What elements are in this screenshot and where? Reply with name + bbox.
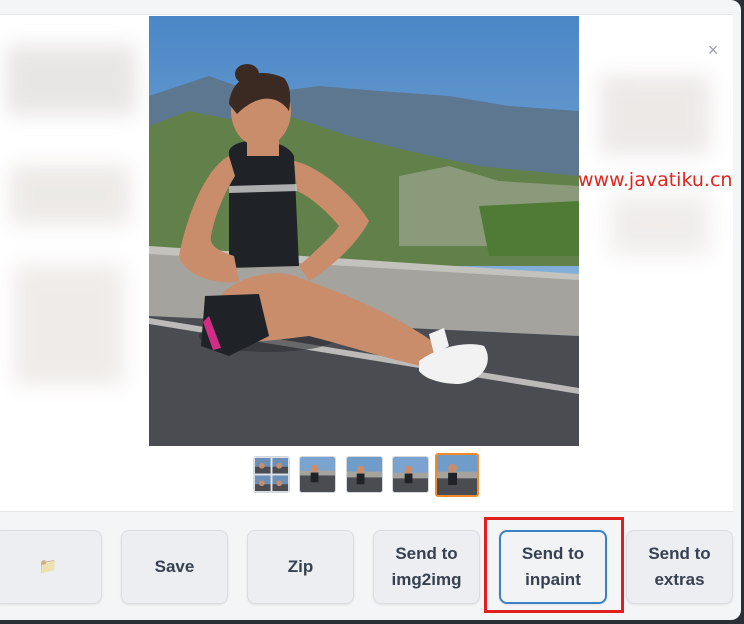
image-gallery: × www.javatiku.cn: [0, 14, 733, 512]
watermark: www.javatiku.cn: [578, 169, 733, 191]
close-icon[interactable]: ×: [703, 40, 723, 60]
blurred-background: [6, 45, 136, 115]
zip-button-label: Zip: [287, 557, 314, 576]
thumbnail-grid[interactable]: [253, 456, 290, 493]
save-button[interactable]: Save: [121, 530, 228, 604]
thumbnail[interactable]: [346, 456, 383, 493]
folder-icon: 📁: [38, 558, 58, 575]
send-to-inpaint-button[interactable]: Send to inpaint: [499, 530, 607, 604]
send-to-img2img-label: Send to img2img: [391, 544, 462, 589]
image-output-panel: × www.javatiku.cn 📁 Save Zip Send to img…: [0, 0, 741, 620]
blurred-background: [14, 265, 124, 385]
blurred-background: [600, 75, 710, 155]
action-bar: 📁 Save Zip Send to img2img Send to inpai…: [0, 530, 741, 606]
save-button-label: Save: [154, 557, 195, 576]
zip-button[interactable]: Zip: [247, 530, 354, 604]
blurred-background: [10, 165, 130, 225]
thumbnail[interactable]: [392, 456, 429, 493]
thumbnail-selected[interactable]: [435, 453, 479, 497]
send-to-img2img-button[interactable]: Send to img2img: [373, 530, 480, 604]
send-to-extras-label: Send to extras: [648, 544, 711, 589]
send-to-inpaint-label: Send to inpaint: [521, 544, 585, 589]
blurred-background: [610, 195, 710, 255]
main-image[interactable]: [149, 16, 579, 446]
send-to-extras-button[interactable]: Send to extras: [626, 530, 733, 604]
open-folder-button[interactable]: 📁: [0, 530, 102, 604]
thumbnail[interactable]: [299, 456, 336, 493]
